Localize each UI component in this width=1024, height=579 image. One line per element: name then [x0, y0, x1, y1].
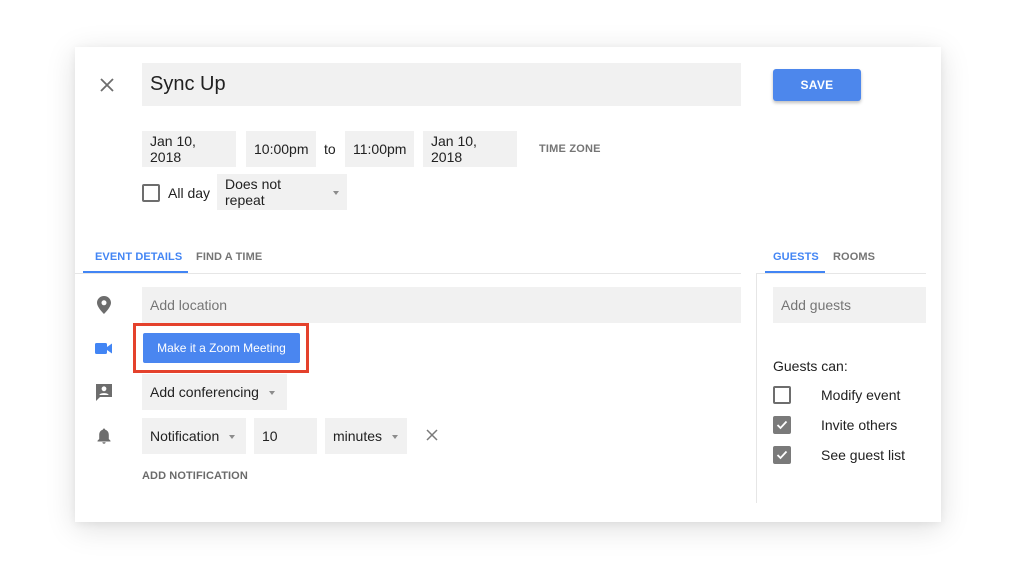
conferencing-icon [93, 381, 115, 403]
tabs-divider-right [756, 273, 926, 274]
end-time-field[interactable]: 11:00pm [345, 131, 414, 167]
permission-see-guest-list[interactable]: See guest list [773, 444, 905, 466]
event-editor-card: SAVE Jan 10, 2018 10:00pm to 11:00pm Jan… [75, 47, 941, 522]
location-input[interactable] [142, 287, 741, 323]
save-button[interactable]: SAVE [773, 69, 861, 101]
close-icon [100, 78, 114, 92]
permission-modify-event[interactable]: Modify event [773, 384, 900, 406]
chevron-down-icon [268, 390, 275, 395]
chevron-down-icon [333, 190, 339, 195]
time-zone-button[interactable]: TIME ZONE [539, 131, 601, 167]
location-pin-icon [93, 294, 115, 316]
start-date-field[interactable]: Jan 10, 2018 [142, 131, 236, 167]
invite-others-checkbox[interactable] [773, 416, 791, 434]
repeat-dropdown[interactable]: Does not repeat [217, 174, 347, 210]
remove-notification-button[interactable] [422, 425, 442, 445]
close-icon [426, 429, 438, 441]
tab-guests[interactable]: GUESTS [773, 240, 819, 274]
start-time-field[interactable]: 10:00pm [246, 131, 316, 167]
tabs-divider-left [75, 273, 741, 274]
all-day-label: All day [168, 185, 211, 201]
tab-event-details[interactable]: EVENT DETAILS [95, 240, 182, 274]
video-camera-icon [93, 337, 115, 359]
guests-permissions-heading: Guests can: [773, 358, 848, 374]
add-notification-button[interactable]: ADD NOTIFICATION [142, 470, 248, 482]
tab-find-a-time[interactable]: FIND A TIME [196, 240, 262, 274]
end-date-field[interactable]: Jan 10, 2018 [423, 131, 517, 167]
notification-amount-input[interactable] [254, 418, 317, 454]
make-zoom-meeting-button[interactable]: Make it a Zoom Meeting [143, 333, 300, 363]
chevron-down-icon [229, 434, 236, 439]
close-button[interactable] [95, 73, 119, 97]
column-divider [756, 274, 757, 503]
permission-label: Modify event [821, 387, 901, 403]
tab-rooms[interactable]: ROOMS [833, 240, 875, 274]
checkmark-icon [776, 420, 788, 430]
add-guests-input[interactable] [773, 287, 926, 323]
notification-unit-value: minutes [333, 428, 383, 444]
repeat-value: Does not repeat [225, 176, 282, 208]
checkmark-icon [776, 450, 788, 460]
conferencing-value: Add conferencing [150, 384, 259, 400]
permission-label: Invite others [821, 417, 898, 433]
to-label: to [324, 141, 336, 157]
permission-label: See guest list [821, 447, 906, 463]
all-day-checkbox[interactable] [142, 184, 160, 202]
conferencing-dropdown[interactable]: Add conferencing [142, 374, 287, 410]
see-guest-list-checkbox[interactable] [773, 446, 791, 464]
notification-type-dropdown[interactable]: Notification [142, 418, 246, 454]
permission-invite-others[interactable]: Invite others [773, 414, 897, 436]
bell-icon [93, 425, 115, 447]
event-title-input[interactable] [142, 63, 741, 106]
chevron-down-icon [392, 434, 399, 439]
all-day-toggle[interactable]: All day [142, 183, 210, 203]
notification-unit-dropdown[interactable]: minutes [325, 418, 407, 454]
notification-type-value: Notification [150, 428, 220, 444]
modify-event-checkbox[interactable] [773, 386, 791, 404]
